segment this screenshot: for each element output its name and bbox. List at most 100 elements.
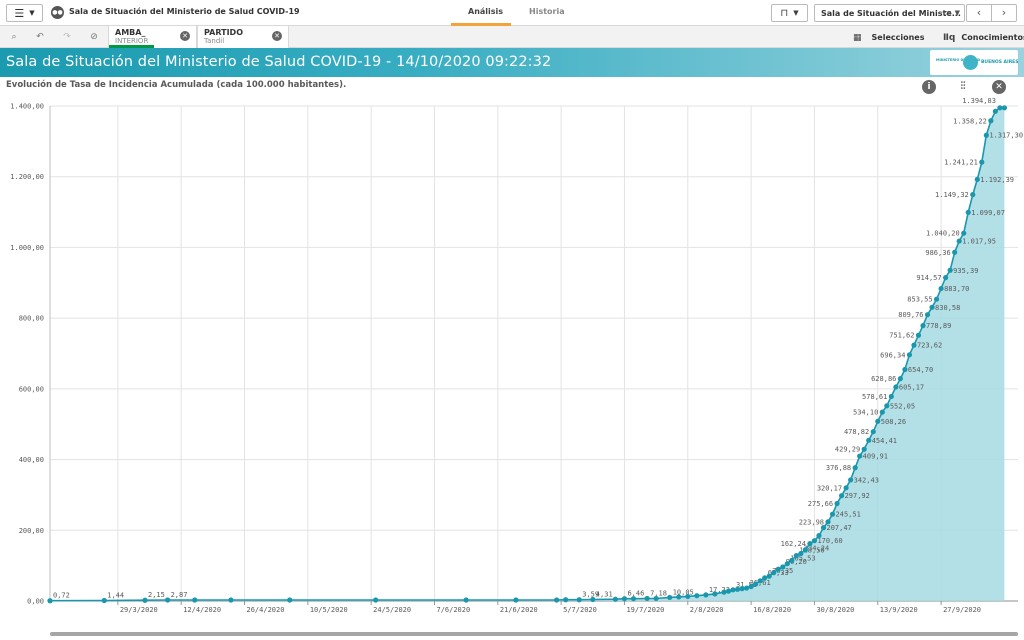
data-point[interactable] [870,429,876,435]
data-point[interactable] [1001,105,1008,111]
data-point[interactable] [920,323,926,329]
data-point[interactable] [992,108,998,114]
data-point[interactable] [875,418,881,424]
selecciones-button[interactable]: ▦ Selecciones [853,26,924,48]
data-point[interactable] [893,384,899,390]
data-point[interactable] [563,597,569,603]
data-point[interactable] [142,597,148,603]
data-point[interactable] [554,597,560,603]
selection-chip-amba[interactable]: AMBA_ INTERIOR ✕ [108,26,197,48]
data-point[interactable] [816,532,822,539]
sliders-icon[interactable]: ⫶⫶ [956,80,970,94]
info-icon[interactable]: i [922,80,936,94]
data-point[interactable] [938,285,944,292]
data-point[interactable] [784,561,790,567]
next-sheet-button[interactable]: › [991,4,1017,22]
data-point[interactable] [667,594,673,601]
data-point[interactable] [590,596,596,603]
data-point[interactable] [748,583,754,590]
data-point[interactable] [829,511,836,517]
close-icon[interactable]: ✕ [180,31,190,41]
data-point[interactable] [730,587,736,593]
data-point[interactable] [712,591,718,597]
step-back-icon[interactable]: ↶ [32,30,48,44]
data-point[interactable] [924,312,931,318]
chart-scrollbar[interactable] [50,632,1018,636]
data-point[interactable] [974,176,980,183]
data-point[interactable] [911,342,917,348]
data-point[interactable] [902,366,908,373]
data-point[interactable] [287,597,293,603]
data-point[interactable] [753,581,759,587]
data-point[interactable] [373,597,379,603]
data-point[interactable] [165,597,171,603]
previous-sheet-button[interactable]: ‹ [966,4,992,22]
bookmarks-button[interactable]: ⊓ ▼ [771,4,808,22]
clear-selections-icon[interactable]: ⊘ [86,30,102,44]
incidence-chart[interactable]: 0,00 200,00 400,00 600,00 800,00 1.000,00 1.20… [0,96,1024,632]
data-point[interactable] [834,500,840,507]
data-point[interactable] [725,588,732,594]
sheet-selector-button[interactable]: Sala de Situación del Ministe... ▭ ▼ [814,4,965,22]
smart-search-icon[interactable]: ⌕ [6,30,22,44]
data-point[interactable] [721,589,727,595]
selection-chip-partido[interactable]: PARTIDO Tandil ✕ [197,26,289,48]
data-point[interactable] [739,586,745,592]
conocimientos-button[interactable]: Ⅱq Conocimientos [943,26,1024,48]
data-point[interactable] [775,566,781,572]
data-point[interactable] [694,593,700,599]
data-point[interactable] [838,493,845,499]
data-point[interactable] [703,592,709,598]
data-point[interactable] [906,352,913,358]
data-point[interactable] [843,485,849,491]
data-point[interactable] [793,552,799,559]
data-point[interactable] [463,597,469,603]
data-point[interactable] [685,593,691,600]
data-point[interactable] [192,597,198,603]
tab-analisis[interactable]: Análisis [468,7,503,16]
data-point[interactable] [979,159,985,165]
data-point[interactable] [576,597,582,603]
data-point[interactable] [621,596,628,602]
data-point[interactable] [988,118,994,124]
data-point[interactable] [757,578,763,584]
data-point[interactable] [734,586,741,592]
data-point[interactable] [961,230,967,236]
step-forward-icon[interactable]: ↷ [59,30,75,44]
data-point[interactable] [861,446,867,452]
data-point[interactable] [771,570,777,576]
close-icon[interactable]: ✕ [272,31,282,41]
close-icon[interactable]: ✕ [992,80,1006,94]
data-point[interactable] [857,453,863,459]
data-point[interactable] [653,595,659,602]
data-point[interactable] [644,595,650,602]
data-point[interactable] [943,275,949,281]
data-point[interactable] [47,598,53,604]
data-point[interactable] [970,192,976,198]
data-point[interactable] [766,573,772,579]
data-point[interactable] [947,267,953,273]
data-point[interactable] [743,585,750,591]
data-point[interactable] [929,304,935,310]
data-point[interactable] [888,393,894,400]
data-point[interactable] [762,575,768,581]
data-point[interactable] [789,557,795,563]
scrollbar-thumb[interactable] [50,632,1018,636]
data-point[interactable] [798,550,804,557]
data-point[interactable] [513,597,519,603]
data-point[interactable] [676,594,682,600]
data-point[interactable] [612,596,619,602]
data-point[interactable] [915,332,922,338]
data-point[interactable] [884,403,890,409]
data-point[interactable] [983,132,989,138]
data-point[interactable] [997,105,1003,111]
data-point[interactable] [956,238,962,244]
data-point[interactable] [811,538,818,544]
data-point[interactable] [952,249,958,255]
data-point[interactable] [848,477,854,483]
data-point[interactable] [897,376,903,382]
data-point[interactable] [879,409,885,415]
global-menu-button[interactable]: ☰ ▼ [6,4,43,22]
data-point[interactable] [965,209,971,216]
data-point[interactable] [825,519,831,525]
